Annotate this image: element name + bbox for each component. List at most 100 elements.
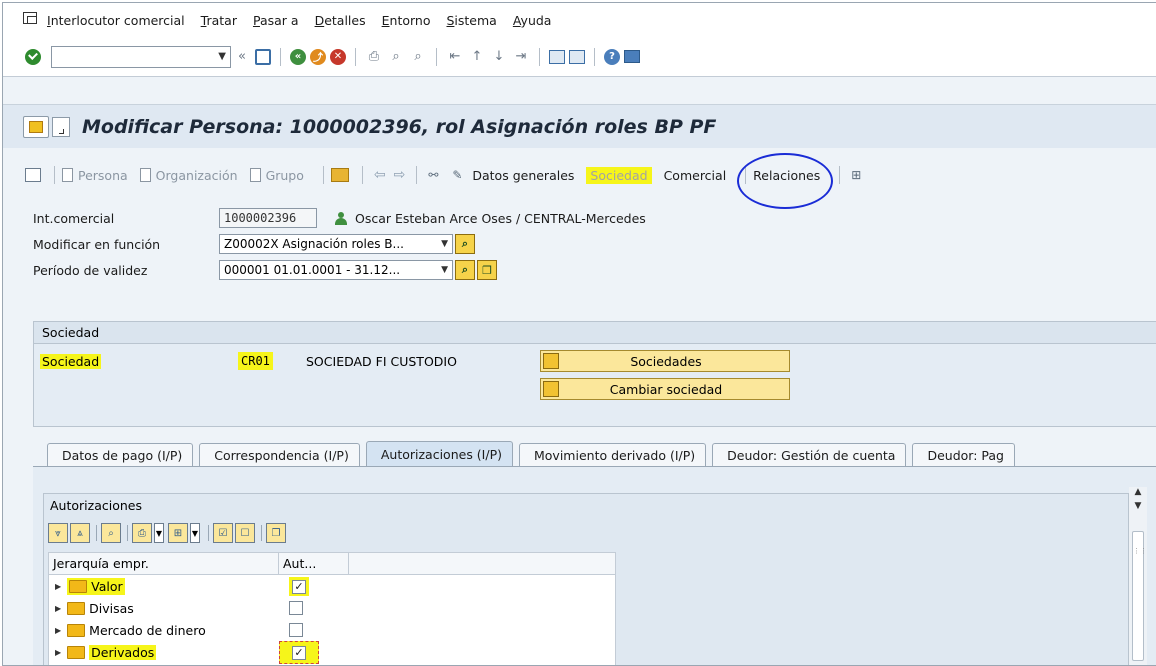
grupo-button[interactable]: Grupo	[249, 168, 304, 183]
toolbar-separator	[839, 166, 841, 184]
find-next-icon[interactable]: ⌕	[409, 48, 427, 66]
tab-autorizaciones[interactable]: Autorizaciones (I/P)	[365, 441, 513, 467]
folder-icon	[67, 601, 86, 615]
chevron-down-icon[interactable]: ▼	[190, 523, 200, 543]
open-folder-icon[interactable]	[330, 168, 349, 182]
system-toolbar: ▼ « « ⤴ ✕ ⎙ ⌕ ⌕ ⇤ ↑ ↓ ⇥ ?	[3, 37, 1156, 77]
transaction-icon[interactable]	[23, 115, 49, 138]
tree-toolbar: ⩔ ⩓ ⌕ ⎙ ▼ ⊞ ▼ ☑ ☐ ❐	[48, 522, 288, 544]
print-icon[interactable]: ⎙	[365, 48, 383, 66]
previous-arrow-icon[interactable]: ⇦	[374, 167, 386, 183]
sociedad-group-title: Sociedad	[34, 322, 1156, 344]
tree-row-valor[interactable]: ▶ Valor ✓	[49, 575, 615, 597]
find-icon[interactable]: ⌕	[101, 523, 121, 543]
authorization-checkbox[interactable]	[289, 623, 303, 637]
back-icon[interactable]: «	[290, 48, 306, 65]
persona-button[interactable]: Persona	[62, 168, 128, 183]
tab-datos-de-pago[interactable]: Datos de pago (I/P)	[47, 443, 194, 467]
deselect-all-icon[interactable]: ☐	[235, 523, 255, 543]
chevron-down-icon[interactable]: ▼	[218, 51, 226, 62]
tab-deudor-pag[interactable]: Deudor: Pag	[912, 443, 1015, 467]
tab-correspondencia[interactable]: Correspondencia (I/P)	[199, 443, 360, 467]
toolbar-separator	[416, 166, 418, 184]
scroll-up-icon[interactable]: ▲	[1129, 487, 1147, 501]
pencil-icon[interactable]: ✎	[452, 168, 468, 182]
previous-page-icon[interactable]: ↑	[468, 48, 486, 66]
vertical-scrollbar[interactable]: ▲ ▼ ⋮⋮	[1129, 487, 1147, 665]
column-header-jerarquia[interactable]: Jerarquía empr.	[49, 553, 279, 574]
folder-icon	[67, 645, 86, 659]
cambiar-sociedad-button[interactable]: Cambiar sociedad	[540, 378, 790, 400]
periodo-validez-select[interactable]: 000001 01.01.0001 - 31.12... ▼	[219, 260, 453, 280]
scroll-down-icon[interactable]: ▼	[1129, 501, 1147, 515]
display-change-icon[interactable]: ⚯	[428, 168, 444, 182]
save-icon[interactable]	[255, 48, 271, 65]
next-page-icon[interactable]: ↓	[490, 48, 508, 66]
first-page-icon[interactable]: ⇤	[446, 48, 464, 66]
tab-movimiento-derivado[interactable]: Movimiento derivado (I/P)	[519, 443, 707, 467]
menu-tratar[interactable]: Tratar	[201, 13, 237, 28]
command-field[interactable]: ▼	[51, 45, 231, 68]
sociedad-code-field[interactable]: CR01	[238, 352, 273, 370]
select-all-icon[interactable]: ☑	[213, 523, 233, 543]
locator-toggle-icon[interactable]	[25, 168, 41, 182]
authorization-checkbox[interactable]: ✓	[292, 645, 306, 660]
menu-interlocutor-comercial[interactable]: Interlocutor comercial	[47, 13, 185, 28]
expand-triangle-icon[interactable]: ▶	[55, 626, 61, 635]
system-menu-icon[interactable]	[23, 12, 37, 24]
int-comercial-field[interactable]: 1000002396	[219, 208, 317, 228]
authorization-tree: Jerarquía empr. Aut... ▶ Valor ✓ ▶ Divisas…	[48, 552, 616, 665]
new-session-icon[interactable]	[549, 49, 565, 64]
menu-ayuda[interactable]: Ayuda	[513, 13, 552, 28]
expand-triangle-icon[interactable]: ▶	[55, 648, 61, 657]
toolbar-separator	[127, 525, 128, 541]
column-header-aut[interactable]: Aut...	[279, 553, 349, 574]
tree-row-derivados[interactable]: ▶ Derivados ✓	[49, 640, 615, 664]
person-icon	[335, 211, 347, 225]
collapse-arrows-icon[interactable]: «	[233, 48, 251, 66]
enter-check-icon[interactable]	[25, 48, 41, 65]
last-page-icon[interactable]: ⇥	[512, 48, 530, 66]
find-icon[interactable]: ⌕	[387, 48, 405, 66]
menu-pasar-a[interactable]: Pasar a	[253, 13, 299, 28]
sociedad-group: Sociedad Sociedad CR01 SOCIEDAD FI CUSTO…	[33, 321, 1156, 427]
authorization-checkbox[interactable]: ✓	[292, 579, 306, 594]
menu-sistema[interactable]: Sistema	[446, 13, 496, 28]
sociedades-button[interactable]: Sociedades	[540, 350, 790, 372]
display-period-icon[interactable]: ⌕	[455, 260, 475, 280]
title-menu-toggle-icon[interactable]	[52, 116, 70, 137]
display-role-icon[interactable]: ⌕	[455, 234, 475, 254]
layout-icon[interactable]: ⊞	[168, 523, 188, 543]
menu-detalles[interactable]: Detalles	[315, 13, 366, 28]
expand-all-icon[interactable]: ⩔	[48, 523, 68, 543]
print-icon[interactable]: ⎙	[132, 523, 152, 543]
help-icon[interactable]: ?	[604, 48, 620, 65]
comercial-button[interactable]: Comercial	[664, 168, 727, 183]
customize-layout-icon[interactable]	[624, 50, 640, 63]
organizacion-button[interactable]: Organización	[139, 168, 238, 183]
chevron-down-icon[interactable]: ▼	[154, 523, 164, 543]
where-used-icon[interactable]: ⊞	[851, 168, 867, 182]
collapse-all-icon[interactable]: ⩓	[70, 523, 90, 543]
chevron-down-icon[interactable]: ▼	[441, 239, 448, 249]
tree-row-divisas[interactable]: ▶ Divisas	[49, 597, 615, 619]
datos-generales-button[interactable]: Datos generales	[472, 168, 574, 183]
expand-triangle-icon[interactable]: ▶	[55, 582, 61, 591]
toolbar-separator	[261, 525, 262, 541]
expand-triangle-icon[interactable]: ▶	[55, 604, 61, 613]
menu-entorno[interactable]: Entorno	[382, 13, 431, 28]
grip-icon: ⋮⋮	[1133, 547, 1147, 555]
sociedad-button[interactable]: Sociedad	[586, 166, 652, 184]
chevron-down-icon[interactable]: ▼	[441, 265, 448, 275]
copy-icon[interactable]: ❐	[266, 523, 286, 543]
modificar-funcion-select[interactable]: Z00002X Asignación roles B... ▼	[219, 234, 453, 254]
shortcut-icon[interactable]	[569, 49, 585, 64]
toolbar-separator	[322, 166, 324, 184]
exit-icon[interactable]: ⤴	[310, 48, 326, 65]
authorization-checkbox[interactable]	[289, 601, 303, 615]
tab-deudor-gestion-cuenta[interactable]: Deudor: Gestión de cuenta	[712, 443, 907, 467]
next-arrow-icon[interactable]: ⇨	[394, 167, 406, 183]
cancel-icon[interactable]: ✕	[330, 48, 346, 65]
copy-period-icon[interactable]: ❐	[477, 260, 497, 280]
tree-row-mercado-de-dinero[interactable]: ▶ Mercado de dinero	[49, 619, 615, 641]
